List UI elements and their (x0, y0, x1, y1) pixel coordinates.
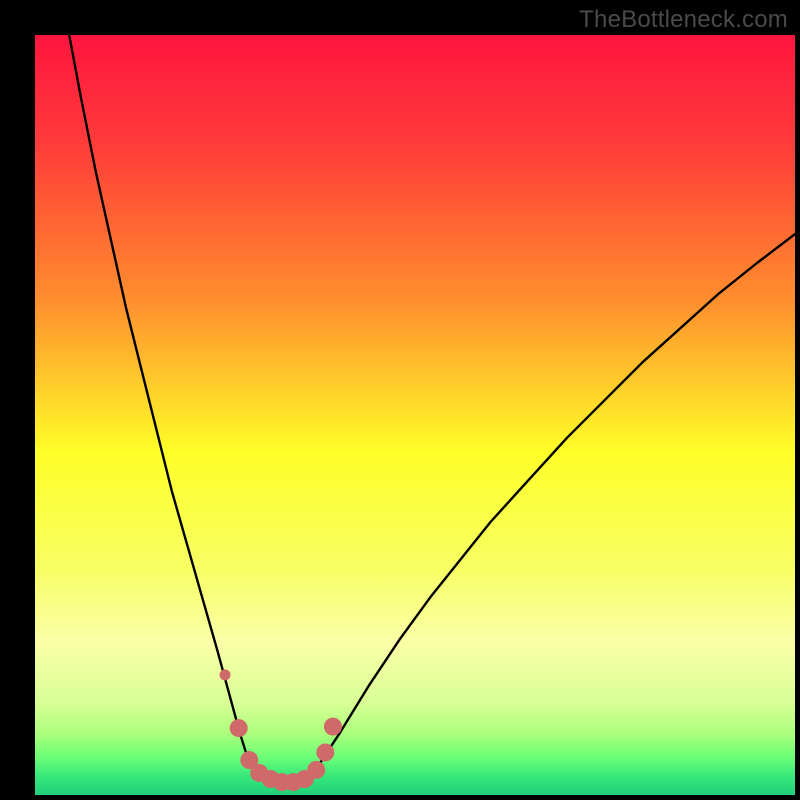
plot-area (35, 35, 795, 795)
chart-svg (35, 35, 795, 795)
watermark-text: TheBottleneck.com (579, 6, 788, 34)
chart-frame: TheBottleneck.com (0, 0, 800, 800)
